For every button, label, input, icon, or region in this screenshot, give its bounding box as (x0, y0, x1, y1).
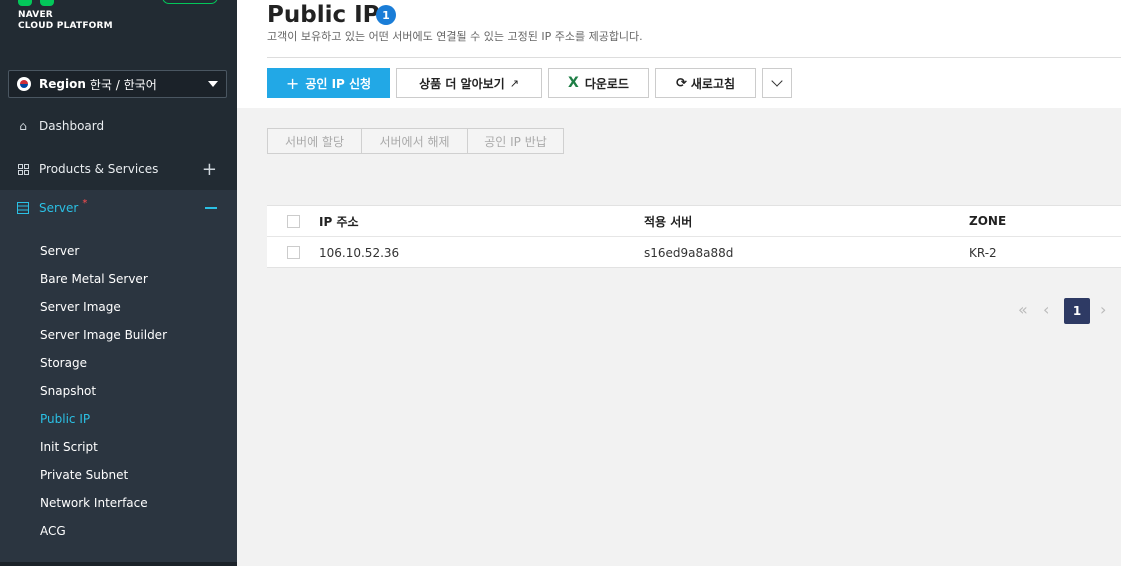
region-selector[interactable]: Region 한국 / 한국어 (8, 70, 227, 98)
cell-applied-server: s16ed9a8a88d (644, 245, 734, 260)
home-icon: ⌂ (19, 119, 27, 133)
cell-ip-address: 106.10.52.36 (319, 245, 400, 260)
collapse-minus-icon[interactable] (205, 207, 217, 209)
server-submenu: Server Bare Metal Server Server Image Se… (0, 222, 237, 562)
new-marker: * (82, 197, 88, 209)
cell-zone: KR-2 (969, 245, 997, 260)
header-zone[interactable]: ZONE (969, 214, 1006, 228)
assign-to-server-button[interactable]: 서버에 할당 (267, 128, 362, 154)
page-title: Public IP (267, 2, 380, 28)
nav-server[interactable]: Server * (0, 190, 237, 226)
submenu-private-subnet[interactable]: Private Subnet (40, 468, 128, 482)
external-link-icon: ↗ (509, 76, 519, 90)
submenu-network-interface[interactable]: Network Interface (40, 496, 148, 510)
next-page-icon[interactable]: › (1100, 300, 1106, 319)
learn-more-button[interactable]: 상품 더 알아보기 ↗ (396, 68, 542, 98)
top-button[interactable] (162, 0, 218, 4)
expand-plus-icon[interactable]: + (202, 159, 217, 180)
return-public-ip-button[interactable]: 공인 IP 반납 (467, 128, 564, 154)
submenu-init-script[interactable]: Init Script (40, 440, 98, 454)
plus-icon: + (285, 73, 300, 93)
download-button[interactable]: X 다운로드 (548, 68, 649, 98)
refresh-label: 새로고침 (690, 76, 736, 91)
refresh-icon: ⟳ (675, 75, 687, 91)
select-all-checkbox[interactable] (287, 214, 300, 228)
nav-dashboard-label: Dashboard (39, 119, 105, 133)
main-content: Public IP 1 고객이 보유하고 있는 어떤 서버에도 연결될 수 있는… (237, 0, 1121, 566)
korea-flag-icon (17, 77, 31, 91)
sidebar: NAVER CLOUD PLATFORM Region 한국 / 한국어 ⌂ D… (0, 0, 237, 566)
region-label: Region (39, 77, 86, 91)
excel-icon: X (568, 75, 579, 91)
submenu-public-ip[interactable]: Public IP (40, 412, 90, 426)
nav-dashboard[interactable]: ⌂ Dashboard (0, 108, 237, 144)
header-applied-server[interactable]: 적용 서버 (644, 213, 692, 230)
request-label: 공인 IP 신청 (305, 76, 372, 91)
submenu-storage[interactable]: Storage (40, 356, 87, 370)
request-public-ip-button[interactable]: + 공인 IP 신청 (267, 68, 390, 98)
content-area (237, 108, 1121, 566)
table-row[interactable]: 106.10.52.36 s16ed9a8a88d KR-2 (267, 237, 1121, 268)
region-value: 한국 / 한국어 (89, 77, 157, 92)
naver-logo (18, 0, 58, 6)
chevron-down-icon (771, 75, 783, 87)
brand-line2: CLOUD PLATFORM (18, 21, 113, 31)
count-badge: 1 (376, 5, 396, 25)
refresh-button[interactable]: ⟳ 새로고침 (655, 68, 756, 98)
public-ip-table: IP 주소 적용 서버 ZONE 106.10.52.36 s16ed9a8a8… (267, 205, 1121, 268)
brand-line1: NAVER (18, 10, 53, 20)
submenu-snapshot[interactable]: Snapshot (40, 384, 96, 398)
nav-products-services[interactable]: Products & Services + (0, 151, 237, 187)
current-page[interactable]: 1 (1064, 298, 1090, 324)
submenu-acg[interactable]: ACG (40, 524, 66, 538)
row-checkbox[interactable] (287, 246, 300, 259)
first-page-icon[interactable]: « (1018, 300, 1028, 319)
table-header: IP 주소 적용 서버 ZONE (267, 206, 1121, 237)
submenu-server-image-builder[interactable]: Server Image Builder (40, 328, 167, 342)
header-ip-address[interactable]: IP 주소 (319, 213, 359, 230)
submenu-server-image[interactable]: Server Image (40, 300, 121, 314)
page-subtitle: 고객이 보유하고 있는 어떤 서버에도 연결될 수 있는 고정된 IP 주소를 … (267, 30, 643, 43)
nav-products-label: Products & Services (39, 162, 159, 176)
submenu-bare-metal-server[interactable]: Bare Metal Server (40, 272, 148, 286)
prev-page-icon[interactable]: ‹ (1043, 300, 1049, 319)
more-dropdown-button[interactable] (762, 68, 792, 98)
submenu-server[interactable]: Server (40, 244, 79, 258)
learn-more-label: 상품 더 알아보기 (419, 76, 505, 91)
sidebar-bottom-bar (0, 562, 237, 566)
download-label: 다운로드 (584, 76, 629, 91)
header-divider (267, 57, 1121, 58)
brand-text: NAVER CLOUD PLATFORM (18, 10, 113, 32)
release-from-server-button[interactable]: 서버에서 해제 (361, 128, 468, 154)
grid-icon (17, 163, 29, 175)
nav-server-label: Server (39, 201, 79, 215)
server-icon (17, 202, 29, 214)
caret-down-icon (208, 81, 218, 87)
